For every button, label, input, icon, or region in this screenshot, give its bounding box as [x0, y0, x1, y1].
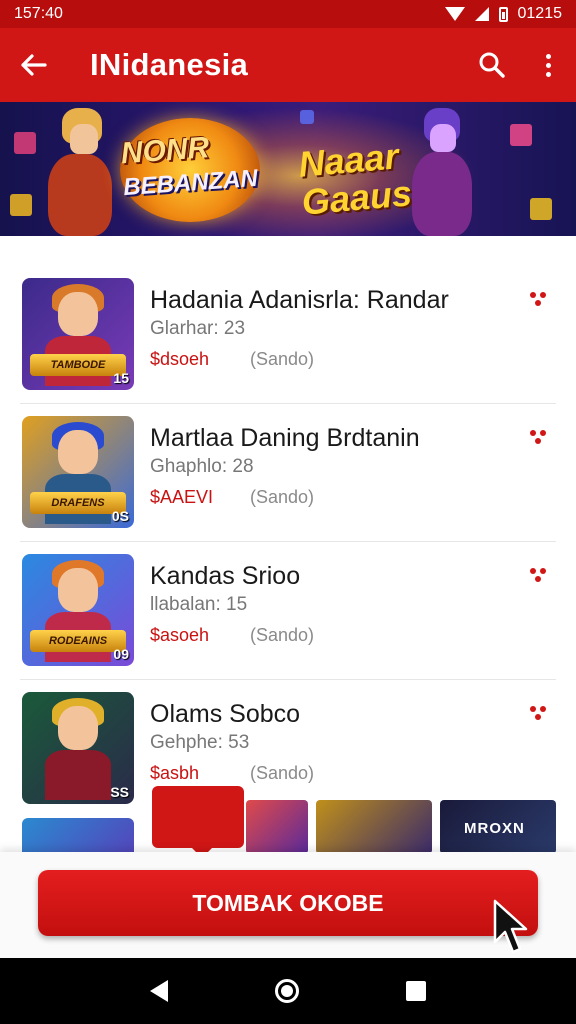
arrow-left-icon — [21, 54, 47, 76]
game-tag: (Sando) — [250, 625, 315, 645]
list-item[interactable]: TAMBODE 15 Hadania Adanisrla: Randar Gla… — [0, 266, 576, 404]
status-right-time: 01215 — [517, 5, 563, 22]
game-meta: Gehphe: 53 — [150, 732, 250, 753]
tooltip-bubble — [152, 786, 244, 858]
page-title: INidanesia — [90, 47, 249, 82]
partial-row: MROXN — [0, 800, 576, 852]
game-thumbnail: TAMBODE 15 — [22, 278, 134, 390]
app-bar: INidanesia — [0, 28, 576, 102]
search-button[interactable] — [464, 28, 520, 102]
game-title: Martlaa Daning Brdtanin — [150, 424, 420, 452]
item-menu-icon[interactable] — [530, 568, 550, 584]
game-title: Kandas Srioo — [150, 562, 301, 590]
list-item[interactable]: RODEAINS 09 Kandas Srioo llabalan: 15 $a… — [0, 542, 576, 680]
game-meta: Ghaphlo: 28 — [150, 456, 254, 477]
signal-icon — [474, 7, 489, 21]
nav-back-icon[interactable] — [149, 980, 168, 1002]
back-button[interactable] — [0, 28, 66, 102]
primary-action-button[interactable]: TOMBAK OKOBE — [38, 870, 538, 936]
bottom-action-bar: TOMBAK OKOBE — [0, 852, 576, 958]
game-tag: (Sando) — [250, 763, 315, 783]
game-price: $asoeh — [150, 625, 210, 645]
game-card[interactable] — [246, 800, 308, 852]
item-menu-icon[interactable] — [530, 430, 550, 446]
game-price: $AAEVI — [150, 487, 214, 507]
game-title: Hadania Adanisrla: Randar — [150, 286, 449, 314]
game-meta: Glarhar: 23 — [150, 318, 246, 339]
game-card[interactable] — [316, 800, 432, 852]
promo-banner[interactable]: NONR BEBANZAN Naaar Gaaus — [0, 102, 576, 236]
wifi-icon — [444, 7, 465, 21]
search-icon — [479, 52, 505, 78]
nav-home-icon[interactable] — [274, 979, 299, 1003]
game-price: $dsoeh — [150, 349, 210, 369]
game-tag: (Sando) — [250, 487, 315, 507]
game-thumbnail: SS — [22, 692, 134, 804]
game-list: TAMBODE 15 Hadania Adanisrla: Randar Gla… — [0, 266, 576, 818]
game-thumbnail: RODEAINS 09 — [22, 554, 134, 666]
game-tag: (Sando) — [250, 349, 315, 369]
battery-icon — [498, 6, 508, 22]
game-thumbnail[interactable] — [22, 818, 134, 852]
game-thumbnail: DRAFENS 0S — [22, 416, 134, 528]
game-price: $asbh — [150, 763, 200, 783]
more-options-button[interactable] — [520, 28, 576, 102]
kebab-menu-icon — [545, 53, 551, 77]
game-title: Olams Sobco — [150, 700, 301, 728]
list-item[interactable]: SS Olams Sobco Gehphe: 53 $asbh (Sando) — [0, 680, 576, 818]
card-label: MROXN — [464, 820, 525, 837]
game-meta: llabalan: 15 — [150, 594, 248, 615]
mouse-cursor-icon — [493, 899, 528, 954]
game-card[interactable]: MROXN — [440, 800, 556, 852]
system-nav-bar — [0, 958, 576, 1024]
list-item[interactable]: DRAFENS 0S Martlaa Daning Brdtanin Ghaph… — [0, 404, 576, 542]
status-bar: 157:40 01215 — [0, 0, 576, 28]
nav-recents-icon[interactable] — [406, 981, 427, 1001]
status-icons: 01215 — [444, 5, 563, 23]
item-menu-icon[interactable] — [530, 706, 550, 722]
status-time: 157:40 — [14, 5, 63, 22]
item-menu-icon[interactable] — [530, 292, 550, 308]
